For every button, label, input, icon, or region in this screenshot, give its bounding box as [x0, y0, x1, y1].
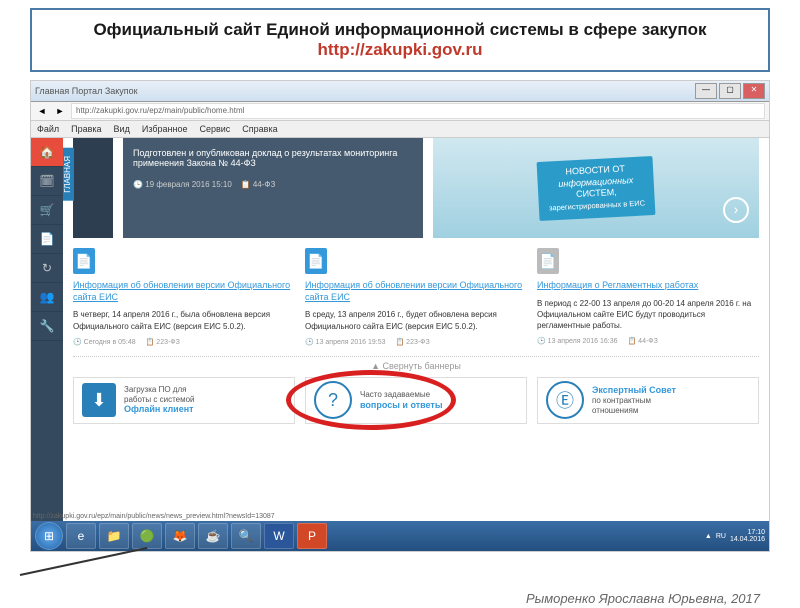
sidebar-calendar[interactable]: 🗓 — [31, 167, 63, 196]
cart-icon: 🛒 — [40, 203, 55, 217]
promo-banner[interactable]: НОВОСТИ ОТ информационных СИСТЕМ, зареги… — [433, 138, 759, 238]
banner-expert-council[interactable]: Ⓔ Экспертный Совет по контрактным отноше… — [537, 377, 759, 424]
article-2-title[interactable]: Информация об обновлении версии Официаль… — [305, 280, 527, 303]
task-app4[interactable]: 🦊 — [165, 523, 195, 549]
sidebar-tools[interactable]: 🔧 — [31, 312, 63, 341]
banner-faq[interactable]: ? Часто задаваемые вопросы и ответы — [305, 377, 527, 424]
windows-taskbar: ⊞ e 📁 🟢 🦊 ☕ 🔍 W P ▲ RU 17:10 14.04.2016 — [31, 521, 769, 551]
council-icon: Ⓔ — [546, 381, 584, 419]
menu-service[interactable]: Сервис — [199, 124, 230, 134]
sidebar-home[interactable]: 🏠 — [31, 138, 63, 167]
document-icon: 📄 — [305, 248, 327, 274]
news-text: Подготовлен и опубликован доклад о резул… — [133, 148, 413, 168]
chevron-up-icon: ▲ — [371, 361, 380, 371]
task-explorer[interactable]: 📁 — [99, 523, 129, 549]
tray-time[interactable]: 17:10 — [730, 529, 765, 536]
task-app5[interactable]: ☕ — [198, 523, 228, 549]
vertical-tab-main[interactable]: ГЛАВНАЯ — [63, 148, 74, 201]
article-1-title[interactable]: Информация об обновлении версии Официаль… — [73, 280, 295, 303]
slide-title: Официальный сайт Единой информационной с… — [42, 20, 758, 40]
article-1-text: В четверг, 14 апреля 2016 г., была обнов… — [73, 309, 295, 331]
article-2-text: В среду, 13 апреля 2016 г., будет обновл… — [305, 309, 527, 331]
task-word[interactable]: W — [264, 523, 294, 549]
hero-left: ГЛАВНАЯ — [73, 138, 113, 238]
browser-window: Главная Портал Закупок — ▢ ✕ ◄ ► http://… — [30, 80, 770, 552]
sidebar-users[interactable]: 👥 — [31, 283, 63, 312]
slide-url: http://zakupki.gov.ru — [42, 40, 758, 60]
article-3: 📄 Информация о Регламентных работах В пе… — [537, 248, 759, 346]
calendar-icon: 🗓 — [39, 174, 54, 188]
task-ie[interactable]: e — [66, 523, 96, 549]
news-banner[interactable]: Подготовлен и опубликован доклад о резул… — [123, 138, 423, 238]
home-icon: 🏠 — [40, 145, 55, 159]
window-title: Главная Портал Закупок — [35, 86, 138, 96]
menu-edit[interactable]: Правка — [71, 124, 101, 134]
slide-header: Официальный сайт Единой информационной с… — [30, 8, 770, 72]
promo-text: НОВОСТИ ОТ информационных СИСТЕМ, зареги… — [536, 156, 655, 221]
close-button[interactable]: ✕ — [743, 83, 765, 99]
menu-bar: Файл Правка Вид Избранное Сервис Справка — [31, 121, 769, 138]
promo-arrow-button[interactable]: › — [723, 197, 749, 223]
tray-flag-icon[interactable]: ▲ — [705, 533, 712, 540]
tray-date[interactable]: 14.04.2016 — [730, 536, 765, 543]
sidebar-refresh[interactable]: ↻ — [31, 254, 63, 283]
doc-icon: 📄 — [40, 232, 55, 246]
url-field[interactable]: http://zakupki.gov.ru/epz/main/public/ho… — [71, 103, 765, 119]
article-1: 📄 Информация об обновлении версии Официа… — [73, 248, 295, 346]
refresh-icon: ↻ — [42, 261, 52, 275]
menu-view[interactable]: Вид — [114, 124, 130, 134]
tray-lang[interactable]: RU — [716, 533, 726, 540]
article-3-text: В период с 22-00 13 апреля до 00-20 14 а… — [537, 298, 759, 332]
sidebar-doc[interactable]: 📄 — [31, 225, 63, 254]
tools-icon: 🔧 — [40, 319, 55, 333]
maximize-button[interactable]: ▢ — [719, 83, 741, 99]
download-icon: ⬇ — [82, 383, 116, 417]
collapse-banners[interactable]: ▲ Свернуть баннеры — [73, 356, 759, 371]
article-3-title[interactable]: Информация о Регламентных работах — [537, 280, 759, 292]
banner-offline-client[interactable]: ⬇ Загрузка ПО для работы с системой Офла… — [73, 377, 295, 424]
address-bar: ◄ ► http://zakupki.gov.ru/epz/main/publi… — [31, 102, 769, 121]
document-icon: 📄 — [537, 248, 559, 274]
article-2: 📄 Информация об обновлении версии Официа… — [305, 248, 527, 346]
question-icon: ? — [314, 381, 352, 419]
tag-icon: 📋 — [241, 180, 251, 189]
news-tag: 44-ФЗ — [253, 180, 275, 189]
start-button[interactable]: ⊞ — [35, 522, 63, 550]
task-app6[interactable]: 🔍 — [231, 523, 261, 549]
menu-file[interactable]: Файл — [37, 124, 59, 134]
forward-button[interactable]: ► — [53, 104, 67, 118]
users-icon: 👥 — [40, 290, 55, 304]
status-bar-url: http://zakupki.gov.ru/epz/main/public/ne… — [33, 513, 275, 520]
clock-icon: 🕒 — [133, 180, 143, 189]
main-content: ГЛАВНАЯ Подготовлен и опубликован доклад… — [63, 138, 769, 524]
menu-favorites[interactable]: Избранное — [142, 124, 188, 134]
browser-titlebar[interactable]: Главная Портал Закупок — ▢ ✕ — [31, 81, 769, 102]
minimize-button[interactable]: — — [695, 83, 717, 99]
task-ppt[interactable]: P — [297, 523, 327, 549]
left-sidebar: 🏠 🗓 🛒 📄 ↻ 👥 🔧 — [31, 138, 63, 524]
news-date: 19 февраля 2016 15:10 — [145, 180, 232, 189]
back-button[interactable]: ◄ — [35, 104, 49, 118]
document-icon: 📄 — [73, 248, 95, 274]
menu-help[interactable]: Справка — [242, 124, 277, 134]
task-app3[interactable]: 🟢 — [132, 523, 162, 549]
author-credit: Рыморенко Ярославна Юрьевна, 2017 — [526, 591, 760, 606]
sidebar-cart[interactable]: 🛒 — [31, 196, 63, 225]
